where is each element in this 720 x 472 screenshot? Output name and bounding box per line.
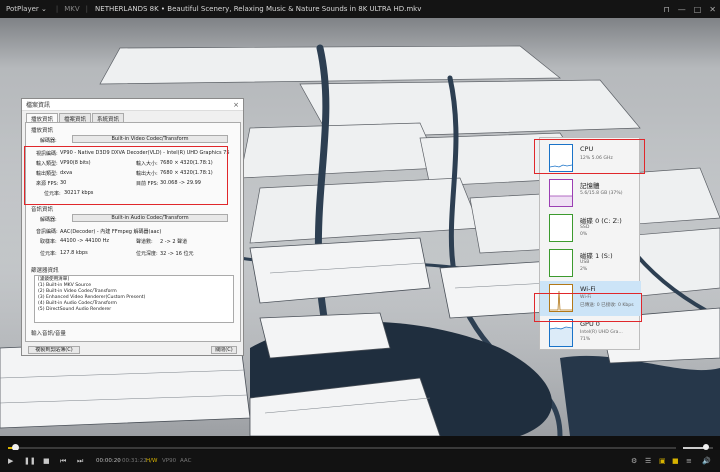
control-bar: ▶ ❚❚ ■ ⏮ ⏭ ⏏ 00:00:20 / 00:31:22 H/W VP9… [0, 450, 720, 472]
minimize-icon[interactable]: — [678, 5, 686, 14]
samplerate-label: 取樣率: [40, 239, 57, 245]
channels-label: 聲道數: [136, 239, 153, 245]
gpu-graph [549, 326, 573, 346]
audio-codec-value: AAC(Decoder) - 內建 FFmpeg 解碼器(aac) [60, 229, 162, 235]
disk0-usage: 0% [580, 232, 588, 237]
samplerate-value: 44100 -> 44100 Hz [60, 238, 109, 244]
dialog-title: 檔案資訊 [26, 102, 51, 109]
filter-list[interactable]: [濾鏡使用清單] (1) Built-in MKV Source (2) Bui… [34, 275, 234, 323]
window-title: NETHERLANDS 8K • Beautiful Scenery, Rela… [95, 5, 422, 13]
copy-to-clipboard-button[interactable]: 複製到剪貼簿(C) [28, 346, 80, 354]
app-menu-button[interactable]: PotPlayer ⌄ [0, 5, 53, 13]
disk0-graph-thumbnail [549, 214, 573, 242]
tm-item-disk-0[interactable]: 磁碟 0 (C: Z:) SSD 0% [540, 211, 641, 246]
memory-label: 記憶體 [580, 182, 600, 190]
audio-decoder-label: 解碼器: [40, 217, 57, 223]
capture-icon[interactable]: ▣ [659, 457, 666, 465]
video-decoder-button[interactable]: Built-in Video Codec/Transform [72, 135, 228, 143]
gpu-model: Intel(R) UHD Gra... [580, 330, 623, 335]
file-info-dialog: 檔案資訊 × 播放資訊 檔案資訊 系統資訊 播放資訊 解碼器: Built-in… [21, 98, 244, 356]
highlight-box-gpu [534, 293, 642, 322]
disk1-type: USB [580, 260, 590, 265]
video-section-title: 播放資訊 [31, 128, 54, 134]
title-bar: PotPlayer ⌄ | MKV | NETHERLANDS 8K • Bea… [0, 0, 720, 18]
total-time: 00:31:22 [122, 458, 147, 464]
memory-usage: 5.6/15.8 GB (37%) [580, 191, 623, 196]
close-icon[interactable]: ✕ [709, 5, 716, 14]
maximize-icon[interactable]: □ [694, 5, 702, 14]
filter-section-title: 篩選器資訊 [31, 268, 59, 274]
equalizer-icon[interactable]: ☰ [645, 457, 651, 465]
memory-graph [550, 195, 572, 206]
app-name: PotPlayer [6, 5, 39, 13]
pause-icon[interactable]: ❚❚ [24, 457, 36, 465]
play-icon[interactable]: ▶ [8, 457, 13, 465]
stop-icon[interactable]: ■ [43, 457, 50, 465]
highlight-box-video-info [24, 146, 228, 205]
channels-value: 2 -> 2 聲道 [160, 239, 188, 245]
audio-bitrate-value: 127.8 kbps [60, 250, 88, 256]
container-format: MKV [64, 5, 80, 13]
wifi-label: Wi-Fi [580, 285, 596, 293]
dialog-close-icon[interactable]: × [233, 101, 239, 109]
bit-depth-label: 位元深度: [136, 251, 158, 257]
highlight-box-cpu [534, 139, 645, 174]
disk1-graph-thumbnail [549, 249, 573, 277]
tm-item-disk-1[interactable]: 磁碟 1 (S:) USB 2% [540, 246, 641, 281]
current-time: 00:00:20 [96, 458, 121, 464]
video-decoder-label: 解碼器: [40, 138, 57, 144]
gpu-graph-thumbnail [549, 319, 573, 347]
audio-section-title: 音訊資訊 [31, 207, 54, 213]
audio-codec-label: 音訊編碼: [36, 229, 58, 235]
disk1-usage: 2% [580, 267, 588, 272]
speaker-icon[interactable]: 🔊 [702, 457, 711, 465]
pin-icon[interactable]: ⊓ [663, 5, 669, 14]
gpu-usage: 71% [580, 337, 591, 342]
video-codec-badge: VP90 [162, 458, 177, 464]
audio-bitrate-label: 位元率: [40, 251, 57, 257]
seek-bar[interactable] [8, 447, 676, 449]
audio-decoder-button[interactable]: Built-in Audio Codec/Transform [72, 214, 228, 222]
memory-graph-thumbnail [549, 179, 573, 207]
subtitle-icon[interactable]: ■ [672, 457, 679, 465]
hw-badge[interactable]: H/W [146, 458, 157, 464]
volume-bar[interactable] [683, 447, 713, 449]
next-icon[interactable]: ⏭ [77, 457, 83, 466]
audio-codec-badge: AAC [180, 458, 192, 464]
playlist-icon[interactable]: ≡ [686, 457, 692, 465]
disk0-label: 磁碟 0 (C: Z:) [580, 217, 622, 225]
list-item: (5) DirectSound Audio Renderer [38, 307, 112, 312]
settings-icon[interactable]: ⚙ [631, 457, 637, 465]
bit-depth-value: 32 -> 16 位元 [160, 251, 194, 257]
dialog-title-bar: 檔案資訊 [22, 99, 243, 111]
potplayer-window: PotPlayer ⌄ | MKV | NETHERLANDS 8K • Bea… [0, 0, 720, 472]
previous-icon[interactable]: ⏮ [60, 457, 66, 466]
close-button[interactable]: 關閉(C) [211, 346, 237, 354]
disk0-type: SSD [580, 225, 590, 230]
tm-item-memory[interactable]: 記憶體 5.6/15.8 GB (37%) [540, 176, 641, 211]
disk1-label: 磁碟 1 (S:) [580, 252, 613, 260]
bottom-section-title: 輸入音訊/音量 [31, 331, 66, 337]
